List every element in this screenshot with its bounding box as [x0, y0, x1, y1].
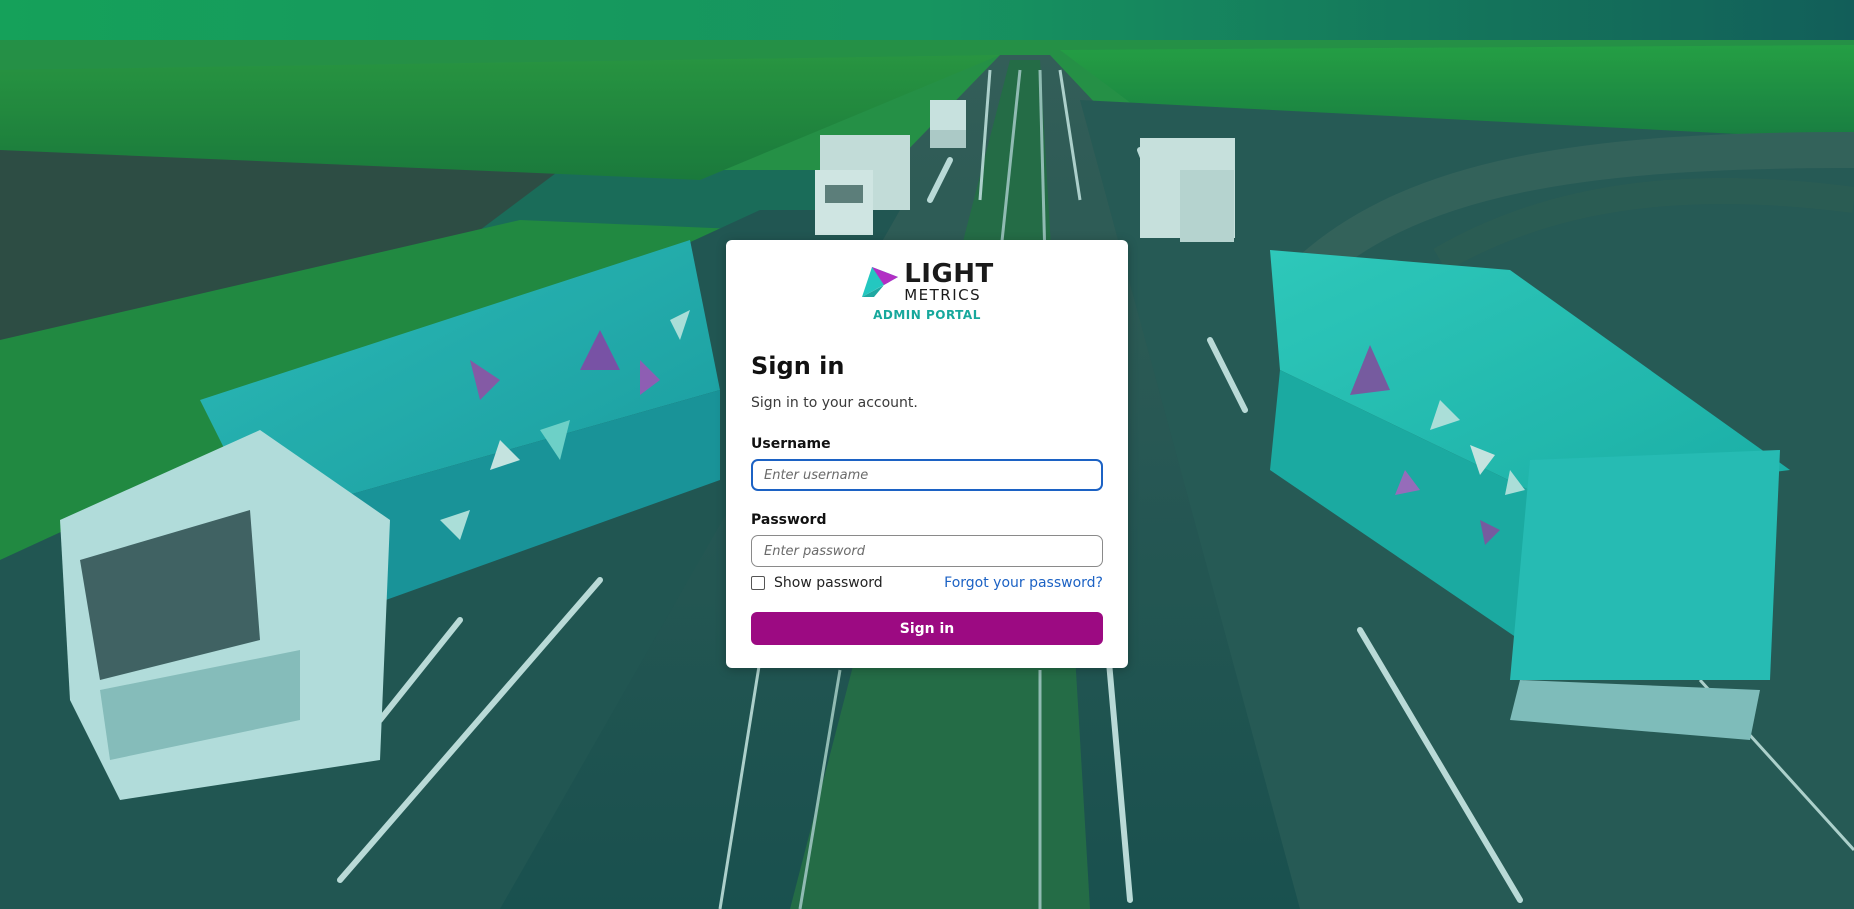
logo-triangle-icon — [862, 267, 899, 297]
page-subtitle: Sign in to your account. — [751, 395, 918, 411]
portal-label: ADMIN PORTAL — [873, 308, 981, 322]
show-password-checkbox[interactable] — [751, 576, 765, 590]
signin-card: LIGHT METRICS ADMIN PORTAL Sign in Sign … — [726, 240, 1128, 668]
show-password-row[interactable]: Show password — [751, 573, 883, 593]
logo-name-bottom: METRICS — [904, 286, 982, 304]
brand-logo: LIGHT METRICS ADMIN PORTAL — [726, 259, 1128, 322]
username-input[interactable] — [751, 459, 1103, 491]
username-label: Username — [751, 436, 831, 452]
forgot-password-link[interactable]: Forgot your password? — [944, 575, 1103, 591]
password-input[interactable] — [751, 535, 1103, 567]
show-password-label[interactable]: Show password — [774, 575, 883, 591]
signin-button[interactable]: Sign in — [751, 612, 1103, 645]
password-label: Password — [751, 512, 827, 528]
page-title: Sign in — [751, 352, 845, 380]
logo-name-top: LIGHT — [904, 259, 994, 289]
